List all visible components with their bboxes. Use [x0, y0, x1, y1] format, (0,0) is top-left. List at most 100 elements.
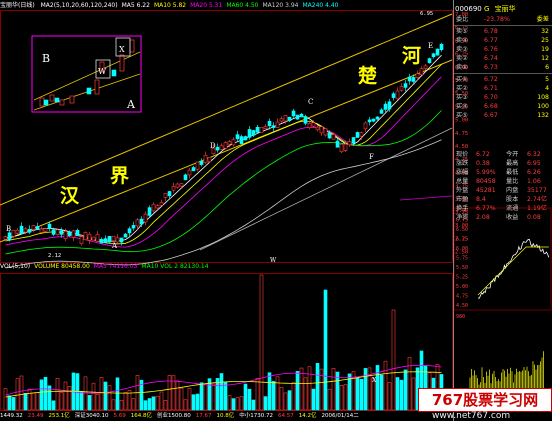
volume-bar — [307, 366, 312, 411]
quote-stats: 现价 6.72 今开 6.32 涨跌 0.38 最高 6.95 涨幅 5.99% 最低 6.26 总量 8… — [454, 150, 552, 222]
inset-candle — [111, 69, 117, 77]
candle — [227, 141, 232, 145]
volume-bar — [339, 385, 344, 411]
volume-bar — [223, 382, 228, 411]
stock-suffix: G — [483, 5, 490, 13]
annotation-C: C — [308, 98, 313, 106]
volume-bar — [199, 382, 204, 411]
stat-row: 现价 6.72 今开 6.32 — [454, 150, 552, 159]
ob-volume: 132 — [537, 112, 549, 120]
volume-bar — [119, 399, 124, 411]
ob-volume: 委差 — [536, 16, 549, 23]
volume-bar — [411, 377, 416, 411]
volume-bar — [147, 398, 152, 411]
ob-volume: 6 — [545, 64, 549, 72]
candle — [99, 239, 104, 244]
volume-bar — [67, 386, 72, 411]
candle — [147, 207, 152, 216]
candle — [191, 167, 196, 172]
ob-label: 买① — [456, 76, 468, 84]
candle — [399, 86, 404, 91]
volume-bar — [359, 379, 364, 411]
candle — [119, 237, 124, 243]
vol-legend-3: MA10 VOL 2 82130.14 — [141, 263, 209, 270]
order-buy-row: 买② 6.71 4 — [454, 84, 552, 93]
brand-logo: 767股票学习网 — [418, 388, 552, 412]
stat-label: 涨幅 — [456, 169, 469, 177]
volume-bar — [23, 392, 28, 411]
candle — [255, 126, 260, 133]
candle — [367, 119, 372, 123]
vol-legend-0: VOL(5,10) — [0, 263, 31, 270]
annotation-X: X — [372, 377, 377, 384]
inset-candle — [69, 95, 75, 104]
candle — [251, 130, 256, 136]
status-item: 深证3040.10 — [74, 413, 109, 419]
status-item: 5.69 — [113, 413, 126, 419]
ob-price: 6.67 — [484, 112, 498, 120]
stat-row: 涨跌 0.38 最高 6.95 — [454, 159, 552, 168]
ob-label: 卖③ — [456, 46, 468, 54]
candle — [43, 228, 48, 232]
candle — [75, 229, 80, 237]
candle — [31, 225, 36, 230]
volume-bar — [27, 388, 32, 411]
volume-bar — [195, 393, 200, 411]
volume-bar — [31, 392, 36, 411]
candle — [55, 229, 60, 235]
volume-bar — [51, 400, 56, 411]
volume-bar — [231, 398, 236, 411]
candle — [167, 191, 172, 197]
order-sell-row: 卖④ 6.77 25 — [454, 36, 552, 45]
volume-bar — [403, 369, 408, 411]
stat-value: 6.32 — [527, 151, 541, 158]
ob-label: 卖⑤ — [456, 28, 468, 36]
volume-bar — [55, 378, 60, 411]
order-sell-row: 卖⑤ 6.78 32 — [454, 27, 552, 36]
candle — [263, 126, 268, 129]
candle — [35, 226, 40, 230]
order-sell-row: 卖① 6.73 6 — [454, 63, 552, 72]
stat-row: 净资 2.08 收益 0.08 — [454, 213, 552, 222]
candle — [215, 146, 220, 151]
stat-row: 总量 80458 量比 1.06 — [454, 177, 552, 186]
candle — [391, 93, 396, 98]
volume-bar — [311, 388, 316, 411]
candle — [439, 43, 444, 51]
stat-row: 换手 6.77% 流通 1.19亿 — [454, 204, 552, 213]
annotation-河: 河 — [402, 45, 421, 67]
annotation-E: E — [428, 42, 433, 50]
volume-bar — [303, 377, 308, 411]
inset-candle — [86, 87, 92, 95]
inset-candle — [94, 79, 100, 95]
volume-bar — [175, 380, 180, 411]
candle — [183, 174, 188, 181]
status-item: 164.8亿 — [130, 413, 152, 419]
volume-bar — [343, 384, 348, 411]
inset-candle — [43, 99, 49, 106]
candle — [67, 231, 72, 237]
status-item: 1449.32 — [0, 413, 23, 419]
volume-bar — [15, 378, 20, 411]
candle — [159, 202, 164, 206]
stat-label: 外盘 — [456, 187, 469, 195]
ob-label: 卖④ — [456, 37, 468, 45]
candle — [155, 205, 160, 209]
candle — [15, 229, 20, 234]
volume-bar — [275, 376, 280, 411]
volume-bar — [47, 385, 52, 411]
volume-bar — [151, 396, 156, 411]
volume-bar — [251, 399, 256, 411]
ob-volume: 100 — [537, 103, 549, 111]
volume-bar — [323, 289, 328, 411]
candle — [283, 115, 288, 122]
inset-candle — [54, 97, 60, 103]
stat-value: 6.95 — [527, 160, 541, 168]
candle — [19, 225, 24, 235]
volume-bar — [263, 396, 268, 411]
ob-price: 6.78 — [484, 28, 498, 36]
volume-bar — [43, 376, 48, 411]
volume-bar — [35, 392, 40, 411]
stat-value: 45281 — [476, 187, 496, 195]
candle — [27, 228, 32, 233]
